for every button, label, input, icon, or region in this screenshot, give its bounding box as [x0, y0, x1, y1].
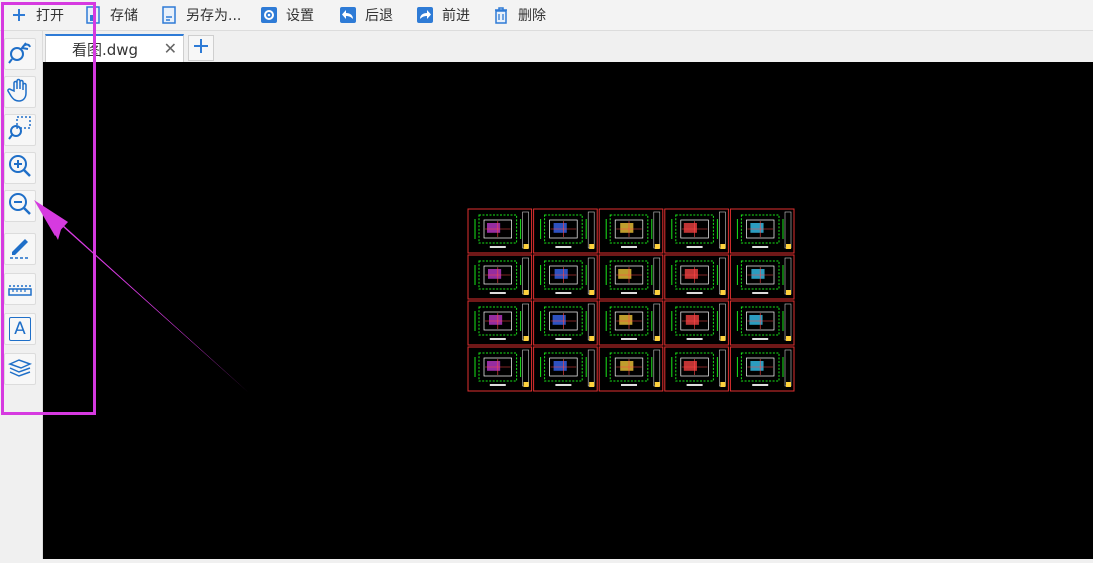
- zoom-previous-button[interactable]: [4, 38, 36, 70]
- drawing-sheet: [467, 254, 533, 300]
- drawing-sheet: [533, 346, 598, 392]
- left-tool-panel: A: [0, 31, 43, 559]
- back-button[interactable]: 后退: [337, 2, 393, 28]
- text-icon: A: [9, 317, 31, 341]
- forward-label: 前进: [442, 8, 470, 24]
- zoom-window-button[interactable]: [4, 114, 36, 146]
- measure-button[interactable]: [4, 273, 36, 305]
- drawing-sheet: [533, 208, 598, 254]
- drawing-canvas[interactable]: [43, 62, 1093, 559]
- drawing-sheet: [467, 300, 533, 346]
- zoom-out-button[interactable]: [4, 190, 36, 222]
- drawing-sheet: [729, 300, 795, 346]
- drawing-sheet: [729, 254, 795, 300]
- zoom-in-icon: [7, 153, 33, 183]
- save-button[interactable]: 存储: [82, 2, 138, 28]
- save-label: 存储: [110, 8, 138, 24]
- back-label: 后退: [365, 8, 393, 24]
- plus-icon: [193, 38, 209, 58]
- drawing-sheet: [598, 300, 664, 346]
- settings-label: 设置: [286, 8, 314, 24]
- pan-button[interactable]: [4, 76, 36, 108]
- drawing-sheet: [729, 346, 795, 392]
- back-arrow-icon: [337, 4, 359, 26]
- text-tool-button[interactable]: A: [4, 313, 36, 345]
- drawing-sheet: [533, 300, 598, 346]
- drawing-sheet: [664, 254, 729, 300]
- layers-button[interactable]: [4, 353, 36, 385]
- new-tab-button[interactable]: [188, 35, 214, 61]
- drawing-sheet: [598, 346, 664, 392]
- zoom-previous-icon: [7, 39, 33, 69]
- save-as-button[interactable]: 另存为...: [158, 2, 241, 28]
- drawing-sheet: [729, 208, 795, 254]
- drawing-sheet: [467, 346, 533, 392]
- delete-label: 删除: [518, 8, 546, 24]
- pan-hand-icon: [7, 77, 33, 107]
- drawing-sheet: [598, 254, 664, 300]
- settings-button[interactable]: 设置: [258, 2, 314, 28]
- open-label: 打开: [36, 8, 64, 24]
- measure-ruler-icon: [7, 274, 33, 304]
- pencil-markup-icon: [7, 234, 33, 264]
- gear-icon: [258, 4, 280, 26]
- cad-drawing-sheets: [467, 208, 795, 392]
- drawing-sheet: [664, 300, 729, 346]
- zoom-in-button[interactable]: [4, 152, 36, 184]
- drawing-sheet: [664, 208, 729, 254]
- delete-button[interactable]: 删除: [490, 2, 546, 28]
- markup-pencil-button[interactable]: [4, 233, 36, 265]
- close-icon[interactable]: ✕: [164, 39, 177, 58]
- tab-strip: 看图.dwg ✕: [43, 31, 1093, 62]
- open-button[interactable]: 打开: [8, 2, 64, 28]
- drawing-sheet: [598, 208, 664, 254]
- top-toolbar: 打开 存储 另存为... 设置 后退 前进 删除: [0, 0, 1093, 31]
- drawing-sheet: [467, 208, 533, 254]
- layers-icon: [7, 354, 33, 384]
- save-as-label: 另存为...: [186, 8, 242, 24]
- save-as-icon: [158, 4, 180, 26]
- tab-label: 看图.dwg: [72, 40, 139, 59]
- drawing-sheet: [533, 254, 598, 300]
- zoom-out-icon: [7, 191, 33, 221]
- trash-icon: [490, 4, 512, 26]
- forward-button[interactable]: 前进: [414, 2, 470, 28]
- tab-drawing[interactable]: 看图.dwg ✕: [45, 34, 184, 62]
- drawing-sheet: [664, 346, 729, 392]
- forward-arrow-icon: [414, 4, 436, 26]
- plus-icon: [8, 4, 30, 26]
- save-icon: [82, 4, 104, 26]
- zoom-window-icon: [7, 115, 33, 145]
